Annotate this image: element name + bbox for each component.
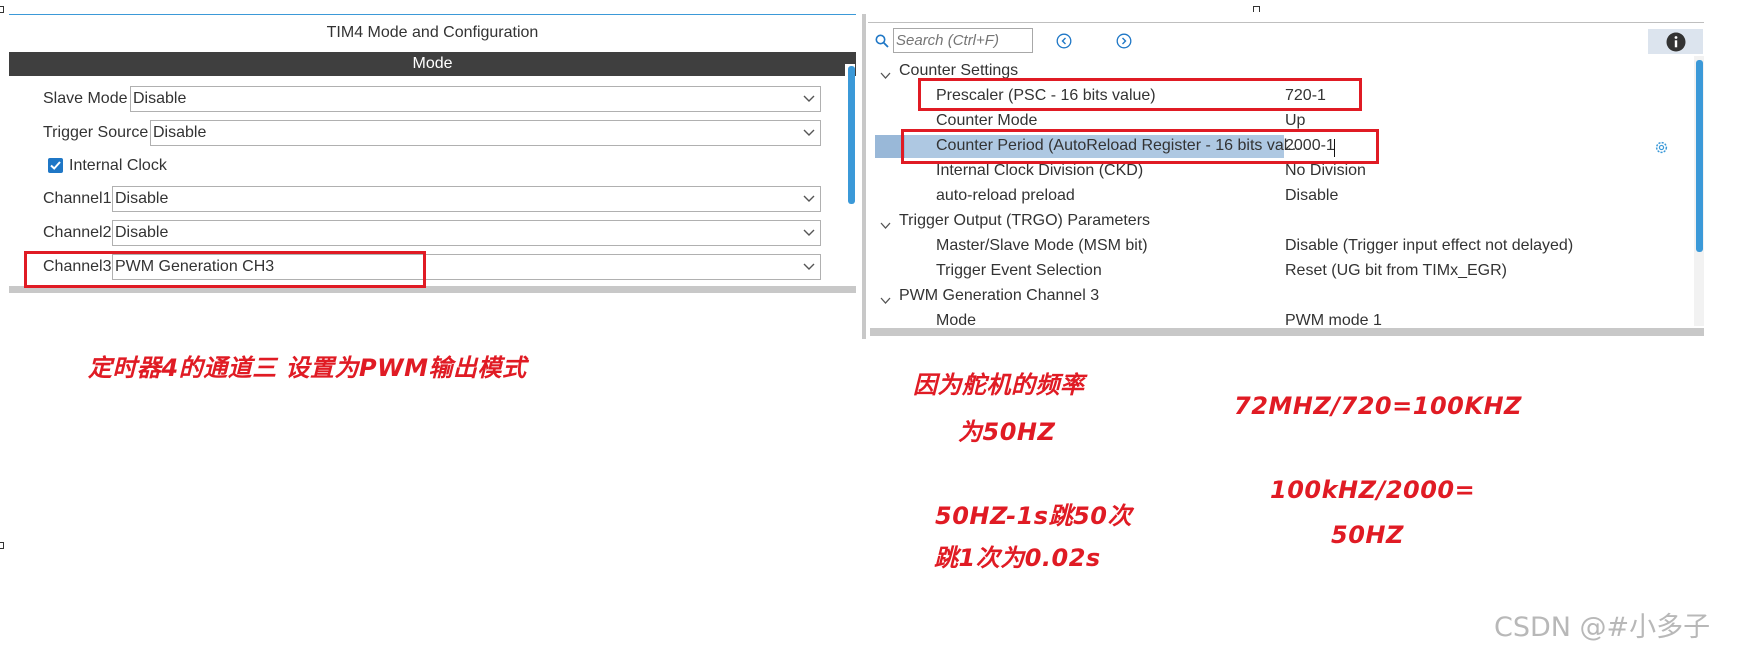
- highlight-box-counter-period: [901, 129, 1379, 164]
- chevron-down-icon: [880, 292, 891, 304]
- group-label: PWM Generation Channel 3: [899, 287, 1100, 304]
- param-value: Disable: [1285, 187, 1339, 204]
- mode-header: Mode: [9, 52, 856, 76]
- param-row-counter-mode[interactable]: Counter Mode Up: [0, 109, 1700, 134]
- arrow-right-circle-icon: [1116, 33, 1132, 49]
- panel-top-border: [868, 22, 1704, 23]
- group-label: Trigger Output (TRGO) Parameters: [899, 212, 1151, 229]
- arrow-left-circle-icon: [1056, 33, 1072, 49]
- chevron-down-icon: [880, 67, 891, 79]
- annotation-channel-setup: 定时器4的通道三 设置为PWM输出模式: [88, 354, 527, 382]
- param-value: Reset (UG bit from TIMx_EGR): [1285, 262, 1507, 279]
- search-icon: [875, 34, 889, 48]
- param-label: Master/Slave Mode (MSM bit): [936, 237, 1148, 254]
- annotation-period-1: 50HZ-1s跳50次: [935, 502, 1132, 530]
- resize-handle-middle-left[interactable]: [0, 542, 4, 549]
- param-row-clock-division[interactable]: Internal Clock Division (CKD) No Divisio…: [0, 159, 1700, 184]
- info-icon: [1666, 32, 1686, 52]
- annotation-calc-period-2: 50HZ: [1331, 521, 1404, 549]
- panel-top-border: [9, 14, 856, 15]
- param-value: No Division: [1285, 162, 1366, 179]
- highlight-box-prescaler: [918, 78, 1362, 111]
- param-label: Trigger Event Selection: [936, 262, 1102, 279]
- group-trigger-output[interactable]: Trigger Output (TRGO) Parameters: [875, 209, 1695, 234]
- next-result-button[interactable]: [1116, 33, 1132, 49]
- param-row-auto-reload[interactable]: auto-reload preload Disable: [0, 184, 1700, 209]
- search-input[interactable]: [893, 28, 1033, 53]
- horizontal-scrollbar[interactable]: [870, 328, 1704, 336]
- chevron-down-icon: [880, 217, 891, 229]
- param-value: Up: [1285, 112, 1306, 129]
- annotation-servo-frequency-1: 因为舵机的频率: [913, 371, 1085, 399]
- resize-handle-top-left[interactable]: [0, 6, 4, 13]
- vertical-scrollbar-thumb[interactable]: [1696, 60, 1703, 252]
- annotation-calc-prescaler: 72MHZ/720=100KHZ: [1234, 392, 1522, 420]
- param-value: Disable (Trigger input effect not delaye…: [1285, 237, 1574, 254]
- previous-result-button[interactable]: [1056, 33, 1072, 49]
- param-label: auto-reload preload: [936, 187, 1075, 204]
- group-pwm-channel3[interactable]: PWM Generation Channel 3: [875, 284, 1695, 309]
- annotation-calc-period-1: 100kHZ/2000=: [1270, 476, 1476, 504]
- param-row-counter-period[interactable]: Counter Period (AutoReload Register - 16…: [0, 134, 1700, 159]
- param-label: Internal Clock Division (CKD): [936, 162, 1144, 179]
- panel-title: TIM4 Mode and Configuration: [326, 24, 539, 41]
- annotation-period-2: 跳1次为0.02s: [934, 544, 1101, 572]
- param-row-trigger-event[interactable]: Trigger Event Selection Reset (UG bit fr…: [0, 259, 1700, 284]
- param-row-prescaler[interactable]: Prescaler (PSC - 16 bits value) 720-1: [0, 84, 1700, 109]
- param-label: Counter Mode: [936, 112, 1038, 129]
- annotation-servo-frequency-2: 为50HZ: [958, 418, 1056, 446]
- watermark: CSDN @#小多子: [1494, 612, 1711, 643]
- param-row-master-slave[interactable]: Master/Slave Mode (MSM bit) Disable (Tri…: [0, 234, 1700, 259]
- gear-icon[interactable]: [1654, 140, 1669, 155]
